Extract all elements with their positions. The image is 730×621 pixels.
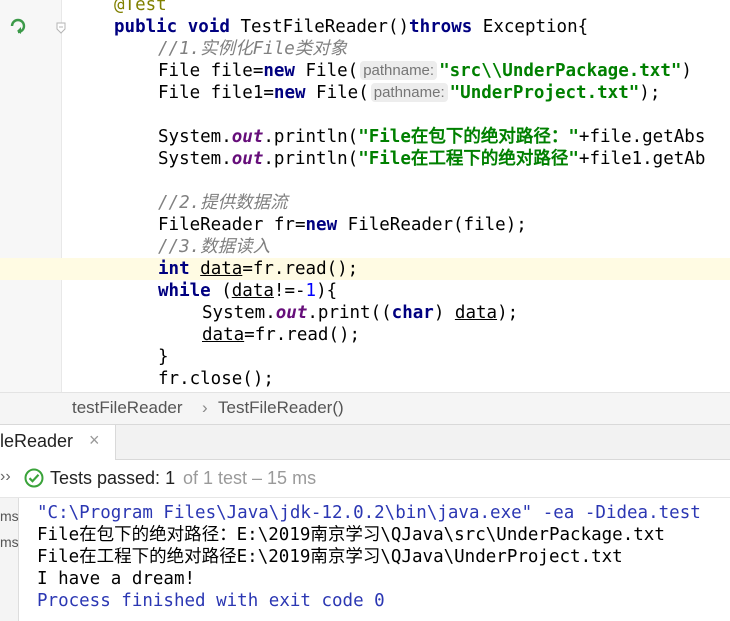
string-literal: "File在包下的绝对路径："	[358, 127, 579, 147]
comment: //3.数据读入	[158, 237, 271, 257]
code-text: }	[158, 347, 169, 367]
code-line: //2.提供数据流	[0, 192, 730, 214]
duration-label: ms	[0, 508, 19, 524]
code-text: !=-	[273, 281, 306, 301]
code-line: File file1=new File(pathname: "UnderProje…	[0, 82, 730, 104]
code-line: }	[0, 346, 730, 368]
console-line: Process finished with exit code 0	[37, 591, 385, 611]
comment: //1.实例化File类对象	[158, 39, 348, 59]
console-line: I have a dream!	[37, 569, 196, 589]
code-text: File(	[305, 83, 369, 103]
tests-summary: of 1 test – 15 ms	[183, 468, 317, 488]
code-line: System.out.println("File在包下的绝对路径："+file.…	[0, 126, 730, 148]
code-text: fr.close();	[158, 369, 274, 389]
code-text: System.	[158, 149, 232, 169]
code-text: File(	[294, 61, 359, 81]
code-text: +file.getAbs	[578, 127, 706, 147]
annotation: @Test	[114, 0, 167, 15]
variable: data	[202, 325, 245, 345]
test-status-bar: ›› Tests passed: 1 of 1 test – 15 ms	[0, 460, 730, 498]
code-line: //3.数据读入	[0, 236, 730, 258]
code-text: FileReader(file);	[337, 215, 527, 235]
code-text: =fr.read();	[244, 325, 361, 345]
code-editor[interactable]: @Test public void TestFileReader()throws…	[0, 0, 730, 392]
code-text: =fr.read();	[242, 259, 359, 279]
tests-passed-label: Tests passed: 1	[50, 468, 175, 489]
number-literal: 1	[305, 281, 317, 301]
parameter-hint: pathname:	[360, 61, 438, 80]
code-text: File file=	[158, 61, 264, 81]
duration-label: ms	[0, 534, 19, 550]
keyword: new	[305, 215, 338, 235]
code-text: .println(	[263, 149, 359, 169]
static-field: out	[275, 303, 308, 323]
code-text: Exception{	[472, 17, 589, 37]
code-line: System.out.print((char) data);	[0, 302, 730, 324]
code-text: );	[497, 303, 519, 323]
code-line: FileReader fr=new FileReader(file);	[0, 214, 730, 236]
tab-run-config[interactable]: leReader ×	[0, 425, 116, 460]
method-name: TestFileReader()	[229, 17, 410, 37]
test-tree-strip: ms ms	[0, 498, 19, 621]
keyword: while	[158, 281, 211, 301]
chevron-expand-icon[interactable]: ››	[0, 468, 11, 486]
code-text: System.	[158, 127, 232, 147]
code-line: File file=new File(pathname: "src\\UnderP…	[0, 60, 730, 82]
static-field: out	[231, 127, 264, 147]
console-output[interactable]: ms ms "C:\Program Files\Java\jdk-12.0.2\…	[0, 498, 730, 621]
code-line: data=fr.read();	[0, 324, 730, 346]
run-tab-bar: leReader ×	[0, 424, 730, 460]
code-line: //1.实例化File类对象	[0, 38, 730, 60]
breadcrumb-separator: ›	[202, 398, 208, 417]
code-line: fr.close();	[0, 368, 730, 390]
keyword: int	[158, 259, 190, 279]
code-text: .print((	[307, 303, 392, 323]
console-line: File在工程下的绝对路径E:\2019南京学习\QJava\UnderProj…	[37, 547, 623, 567]
passed-text: Tests passed:	[50, 468, 161, 488]
code-text: FileReader fr=	[158, 215, 306, 235]
comment: //2.提供数据流	[158, 193, 288, 213]
code-text: )	[681, 61, 692, 81]
console-line: "C:\Program Files\Java\jdk-12.0.2\bin\ja…	[37, 503, 701, 523]
breadcrumb: testFileReader › TestFileReader()	[0, 392, 730, 424]
code-line: System.out.println("File在工程下的绝对路径"+file1…	[0, 148, 730, 170]
string-literal: "UnderProject.txt"	[449, 83, 640, 103]
variable: data	[200, 259, 243, 279]
code-text: System.	[202, 303, 276, 323]
string-literal: "src\\UnderPackage.txt"	[439, 61, 682, 81]
code-text: +file1.getAb	[578, 149, 706, 169]
keyword: new	[273, 83, 306, 103]
code-text: );	[639, 83, 661, 103]
code-text: ){	[316, 281, 338, 301]
code-line: @Test	[0, 0, 730, 16]
passed-count: 1	[165, 468, 176, 488]
breadcrumb-item-method[interactable]: TestFileReader()	[218, 398, 344, 418]
code-text: (	[210, 281, 232, 301]
keyword: void	[187, 17, 230, 37]
static-field: out	[231, 149, 264, 169]
string-literal: "File在工程下的绝对路径"	[358, 149, 579, 169]
code-line: while (data!=-1){	[0, 280, 730, 302]
keyword: throws	[409, 17, 473, 37]
variable: data	[454, 303, 498, 323]
keyword: public	[114, 17, 178, 37]
breadcrumb-item-class[interactable]: testFileReader	[72, 398, 183, 418]
variable: data	[231, 281, 274, 301]
close-icon[interactable]: ×	[89, 430, 100, 451]
code-line-current: int data=fr.read();	[0, 258, 730, 280]
console-line: File在包下的绝对路径：E:\2019南京学习\QJava\src\Under…	[37, 525, 665, 545]
code-text: .println(	[263, 127, 359, 147]
keyword: char	[391, 303, 434, 323]
check-circle-icon	[24, 468, 44, 488]
code-text: )	[433, 303, 455, 323]
tab-label: leReader	[0, 431, 74, 451]
keyword: new	[263, 61, 295, 81]
code-text: File file1=	[158, 83, 274, 103]
parameter-hint: pathname:	[370, 83, 448, 102]
code-line: public void TestFileReader()throws Excep…	[0, 16, 730, 38]
